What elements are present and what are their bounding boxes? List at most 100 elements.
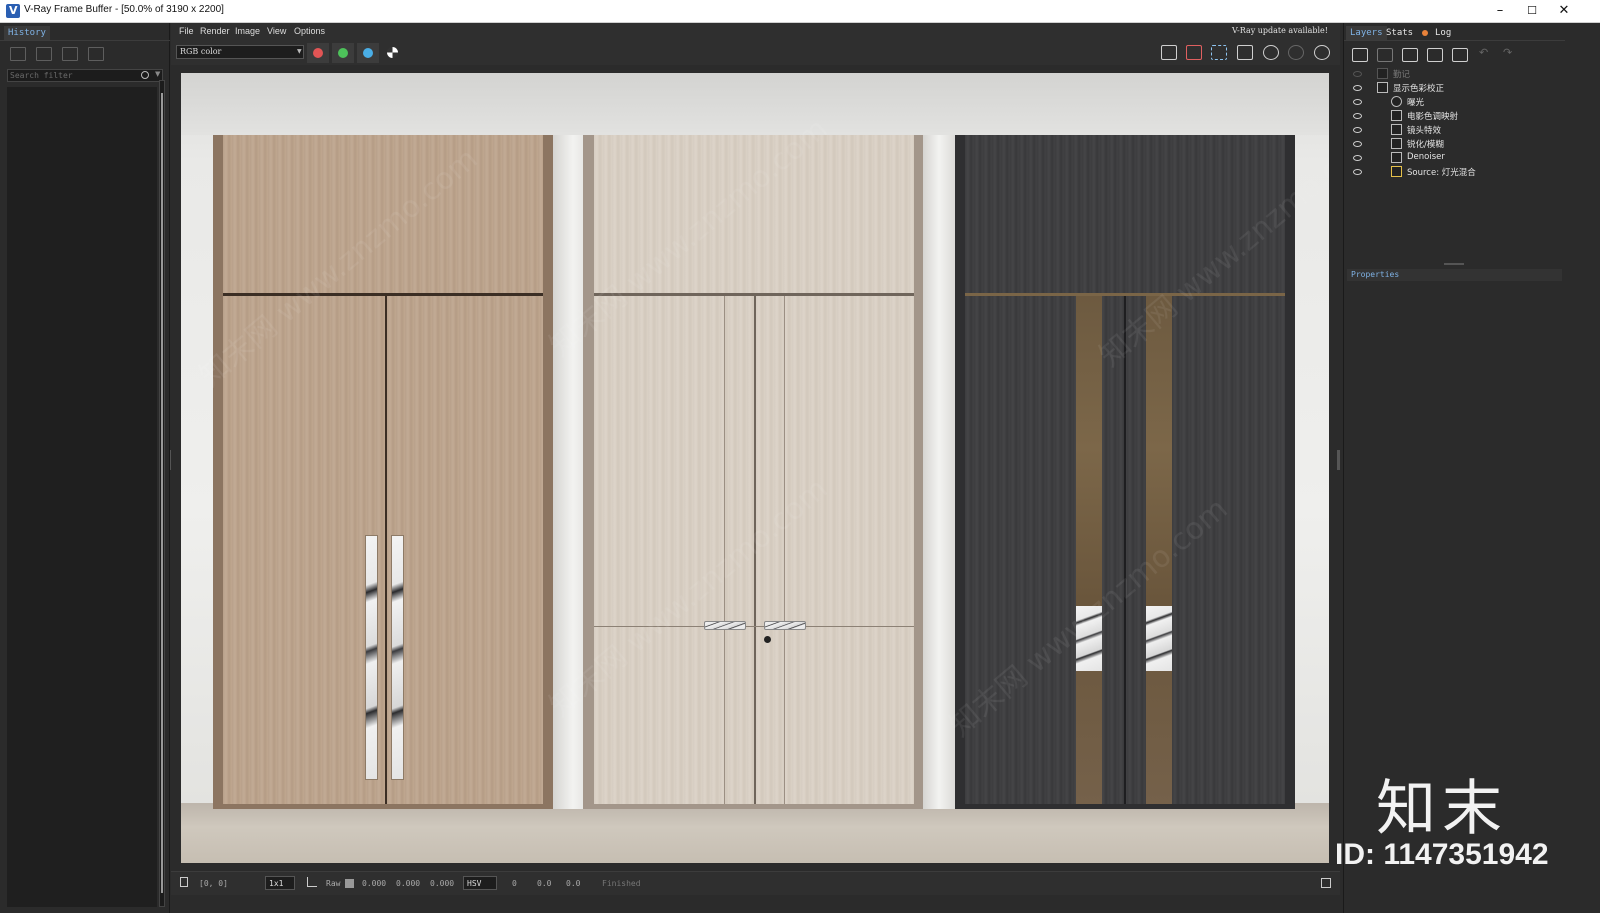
history-list[interactable]: [7, 87, 157, 907]
r-value: 0.000: [362, 879, 387, 888]
zoom-value: 1x1: [269, 879, 284, 888]
history-search[interactable]: ▼: [7, 69, 163, 82]
compare-ab-icon[interactable]: [36, 47, 52, 61]
tab-stats[interactable]: Stats: [1382, 26, 1417, 40]
eye-icon[interactable]: [1353, 71, 1362, 77]
door2-lock: [764, 636, 771, 643]
curve-icon[interactable]: [307, 877, 317, 887]
ceiling: [181, 73, 1329, 135]
interactive-render-icon[interactable]: [1288, 45, 1304, 60]
panel-resize-handle[interactable]: [1444, 263, 1464, 265]
properties-header: Properties: [1347, 269, 1562, 281]
stop-render-icon[interactable]: [1314, 45, 1330, 60]
menu-view[interactable]: View: [267, 26, 286, 36]
layer-row[interactable]: 曝光: [1347, 95, 1562, 109]
region-render-icon[interactable]: [1211, 45, 1227, 60]
log-toggle-icon[interactable]: [1321, 878, 1331, 888]
redo-icon[interactable]: ↷: [1503, 46, 1519, 60]
remove-history-icon[interactable]: [88, 47, 104, 61]
chevron-down-icon: ▼: [297, 48, 302, 55]
tab-divider: [1344, 40, 1565, 41]
delete-layer-icon[interactable]: [1377, 48, 1393, 62]
layer-list-icon[interactable]: [1452, 48, 1468, 62]
layer-row[interactable]: 锐化/模糊: [1347, 137, 1562, 151]
right-splitter[interactable]: [1337, 450, 1340, 470]
layer-label: 显示色彩校正: [1393, 84, 1445, 94]
layer-label: 镜头特效: [1407, 126, 1442, 136]
rendered-image: 知末网 www.znzmo.com 知末网 www.znzmo.com 知末网 …: [181, 73, 1329, 863]
lock-icon[interactable]: [180, 877, 188, 887]
undo-icon[interactable]: ↶: [1479, 46, 1495, 60]
save-layers-icon[interactable]: [1402, 48, 1418, 62]
b-value: 0.000: [430, 879, 455, 888]
alpha-channel-icon[interactable]: [387, 47, 398, 58]
red-dot-icon: [313, 48, 323, 58]
s-value: 0.0: [537, 879, 552, 888]
tab-log[interactable]: Log: [1431, 26, 1455, 40]
image-viewport[interactable]: 知末网 www.znzmo.com 知末网 www.znzmo.com 知末网 …: [171, 65, 1340, 871]
eye-icon[interactable]: [1353, 169, 1362, 175]
door3-marble-inset-right: [1146, 606, 1172, 671]
eye-icon[interactable]: [1353, 99, 1362, 105]
tab-history[interactable]: History: [4, 26, 50, 40]
load-layers-icon[interactable]: [1427, 48, 1443, 62]
save-image-icon[interactable]: [1161, 45, 1177, 60]
scroll-thumb[interactable]: [161, 93, 163, 893]
sharpen-blur-icon: [1391, 138, 1402, 149]
eye-icon[interactable]: [1353, 127, 1362, 133]
color-mode-select[interactable]: HSV: [463, 876, 497, 890]
menu-image[interactable]: Image: [235, 26, 260, 36]
search-icon[interactable]: [141, 71, 149, 79]
layer-row[interactable]: Source: 灯光混合: [1347, 165, 1562, 179]
layer-type-icon: [1377, 68, 1388, 79]
add-layer-icon[interactable]: [1352, 48, 1368, 62]
eye-icon[interactable]: [1353, 141, 1362, 147]
save-history-icon[interactable]: [10, 47, 26, 61]
update-notice[interactable]: V-Ray update available!: [1232, 26, 1328, 35]
blue-channel-button[interactable]: [357, 43, 379, 63]
window-titlebar: V-Ray Frame Buffer - [50.0% of 3190 x 22…: [0, 0, 1600, 23]
minimize-button[interactable]: –: [1484, 0, 1516, 22]
clear-image-icon[interactable]: [1186, 45, 1202, 60]
maximize-button[interactable]: ☐: [1516, 0, 1548, 22]
h-value: 0: [512, 879, 517, 888]
red-channel-button[interactable]: [307, 43, 329, 63]
green-channel-button[interactable]: [332, 43, 354, 63]
close-button[interactable]: ✕: [1548, 0, 1580, 22]
v-value: 0.0: [566, 879, 581, 888]
status-bar: [0, 0] 1x1 Raw 0.000 0.000 0.000 HSV 0 0…: [171, 871, 1340, 895]
chevron-down-icon[interactable]: ▼: [155, 70, 160, 78]
channel-select[interactable]: RGB color ▼: [176, 45, 304, 59]
zoom-select[interactable]: 1x1: [265, 876, 295, 890]
menu-file[interactable]: File: [179, 26, 194, 36]
layer-label: Denoiser: [1407, 152, 1445, 162]
tonemap-icon: [1391, 110, 1402, 121]
menu-render[interactable]: Render: [200, 26, 230, 36]
door1-right-leaf: [387, 296, 543, 804]
layer-row[interactable]: 显示色彩校正: [1347, 81, 1562, 95]
eye-icon[interactable]: [1353, 155, 1362, 161]
load-history-icon[interactable]: [62, 47, 78, 61]
render-icon[interactable]: [1263, 45, 1279, 60]
menu-options[interactable]: Options: [294, 26, 325, 36]
denoiser-icon: [1391, 152, 1402, 163]
history-scrollbar[interactable]: [159, 80, 165, 907]
search-input[interactable]: [10, 70, 135, 81]
eye-icon[interactable]: [1353, 113, 1362, 119]
tab-layers[interactable]: Layers: [1346, 26, 1387, 40]
door1-handle-left: [365, 535, 378, 780]
window-title: V-Ray Frame Buffer - [50.0% of 3190 x 22…: [24, 4, 224, 15]
layer-row[interactable]: 电影色调映射: [1347, 109, 1562, 123]
layer-row[interactable]: 镜头特效: [1347, 123, 1562, 137]
track-mouse-icon[interactable]: [1237, 45, 1253, 60]
curve-layer-icon: [1377, 82, 1388, 93]
color-mode-value: HSV: [467, 879, 482, 888]
blue-dot-icon: [363, 48, 373, 58]
door1-handle-right: [391, 535, 404, 780]
layer-label: 电影色调映射: [1407, 112, 1459, 122]
layer-row[interactable]: 勤记: [1347, 67, 1562, 81]
pixel-coords: [0, 0]: [199, 879, 228, 888]
exposure-icon: [1391, 96, 1402, 107]
eye-icon[interactable]: [1353, 85, 1362, 91]
layer-row[interactable]: Denoiser: [1347, 151, 1562, 165]
